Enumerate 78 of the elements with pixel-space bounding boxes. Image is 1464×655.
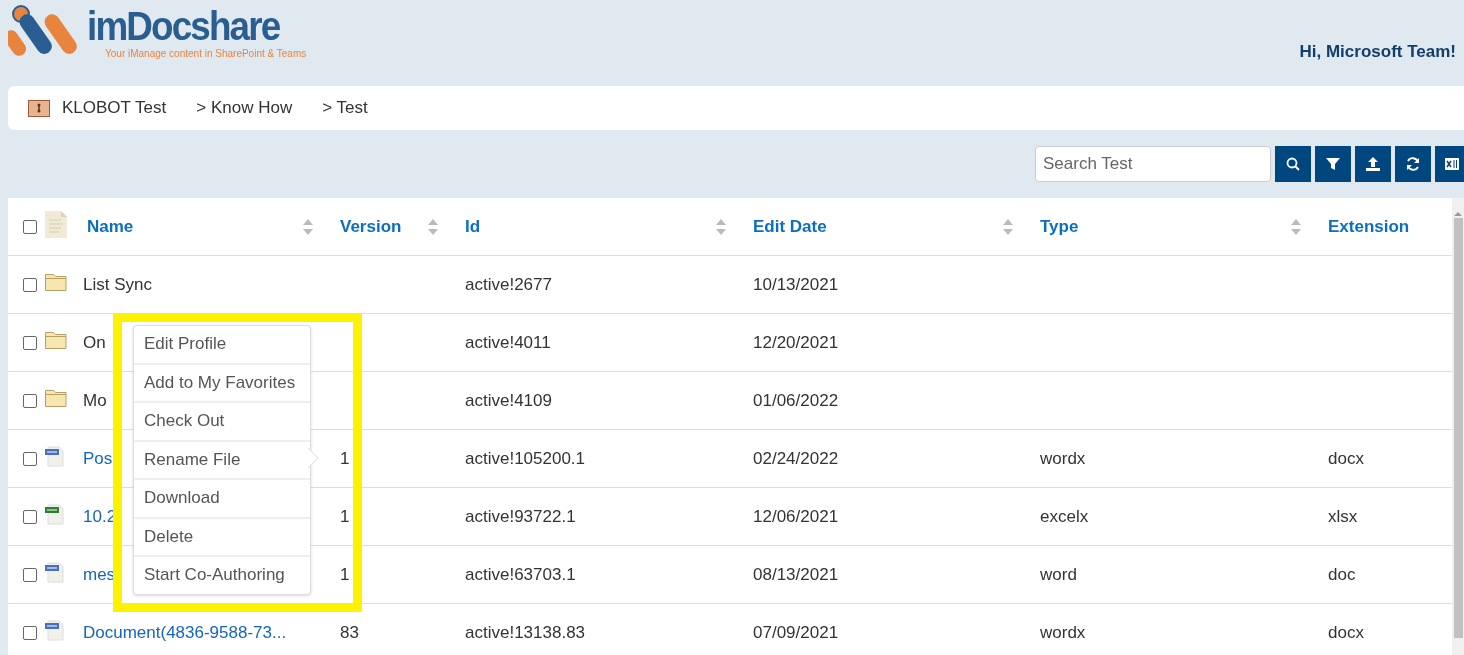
table-cell: 1 <box>340 506 350 526</box>
table-cell: doc <box>1328 564 1356 584</box>
table-cell: 1 <box>340 564 350 584</box>
table-cell: active!13138.83 <box>465 622 586 642</box>
checkbox[interactable] <box>23 335 37 350</box>
file-link[interactable]: Document(4836-9588-73... <box>83 622 287 642</box>
file-link[interactable]: mes <box>83 564 116 584</box>
document-icon <box>45 210 67 238</box>
table-cell: 12/06/2021 <box>753 506 839 526</box>
table-cell: 02/24/2022 <box>753 448 839 468</box>
upload-icon <box>1366 157 1380 171</box>
folder-icon <box>45 387 67 409</box>
table-cell: active!63703.1 <box>465 564 576 584</box>
search-button[interactable] <box>1275 146 1311 182</box>
document-icon <box>45 619 67 641</box>
column-header[interactable]: Extension <box>1328 216 1410 237</box>
table-cell: 07/09/2021 <box>753 622 839 642</box>
checkbox[interactable] <box>23 509 37 524</box>
breadcrumb-link[interactable]: > Test <box>322 98 368 118</box>
user-menu[interactable]: Hi, Microsoft Team! <box>1299 42 1456 62</box>
table-cell: wordx <box>1040 622 1086 642</box>
tagline: Your iManage content in SharePoint & Teams <box>105 48 307 59</box>
document-icon <box>45 445 67 467</box>
table-cell: 12/20/2021 <box>753 332 839 352</box>
table-cell: 01/06/2022 <box>753 390 839 410</box>
table-cell: 83 <box>340 622 359 642</box>
menu-item[interactable]: Start Co-Authoring <box>134 557 310 594</box>
table-cell: 1 <box>340 448 350 468</box>
table-cell: word <box>1040 564 1077 584</box>
column-header[interactable]: Type <box>1040 216 1079 237</box>
column-header[interactable]: Name <box>87 216 134 237</box>
table-cell: 10/13/2021 <box>753 274 839 294</box>
checkbox[interactable] <box>23 567 37 582</box>
table-cell: 08/13/2021 <box>753 564 839 584</box>
filter-icon <box>1326 157 1340 171</box>
table-cell: wordx <box>1040 448 1086 468</box>
table-cell: docx <box>1328 622 1364 642</box>
menu-item[interactable]: Check Out <box>134 403 310 442</box>
excel-button[interactable] <box>1435 146 1464 182</box>
table-cell: xlsx <box>1328 506 1358 526</box>
cabinet-icon <box>28 99 50 117</box>
folder-name: Mo <box>83 390 107 410</box>
table-cell: active!4109 <box>465 390 552 410</box>
table-cell: excelx <box>1040 506 1089 526</box>
upload-button[interactable] <box>1355 146 1391 182</box>
column-header[interactable]: Version <box>340 216 402 237</box>
refresh-icon <box>1406 157 1420 171</box>
file-link[interactable]: Pos <box>83 448 113 468</box>
menu-item[interactable]: Add to My Favorites <box>134 364 310 403</box>
excel-icon <box>1445 157 1459 171</box>
spreadsheet-icon <box>45 503 67 525</box>
column-header[interactable]: Id <box>465 216 481 237</box>
checkbox[interactable] <box>23 625 37 640</box>
checkbox[interactable] <box>23 451 37 466</box>
breadcrumb-link[interactable]: > Know How <box>196 98 293 118</box>
refresh-button[interactable] <box>1395 146 1431 182</box>
table-cell: active!93722.1 <box>465 506 576 526</box>
menu-item[interactable]: Download <box>134 480 310 519</box>
folder-name: List Sync <box>83 274 152 294</box>
folder-icon <box>45 329 67 351</box>
table-cell: active!4011 <box>465 332 551 352</box>
table-cell: docx <box>1328 448 1364 468</box>
breadcrumb-link[interactable]: KLOBOT Test <box>62 98 167 118</box>
checkbox[interactable] <box>23 277 37 292</box>
menu-item[interactable]: Edit Profile <box>134 326 310 365</box>
search-icon <box>1286 157 1300 171</box>
menu-item[interactable]: Delete <box>134 518 310 557</box>
folder-name: On <box>83 332 106 352</box>
table-cell: active!2677 <box>465 274 552 294</box>
filter-button[interactable] <box>1315 146 1351 182</box>
checkbox[interactable] <box>23 393 37 408</box>
document-icon <box>45 561 67 583</box>
logo-text: imDocshare <box>87 4 281 48</box>
search-field[interactable]: Search Test <box>1035 146 1271 182</box>
table-cell: active!105200.1 <box>465 448 586 468</box>
folder-icon <box>45 271 67 293</box>
column-header[interactable]: Edit Date <box>753 216 827 237</box>
checkbox[interactable] <box>23 219 37 234</box>
